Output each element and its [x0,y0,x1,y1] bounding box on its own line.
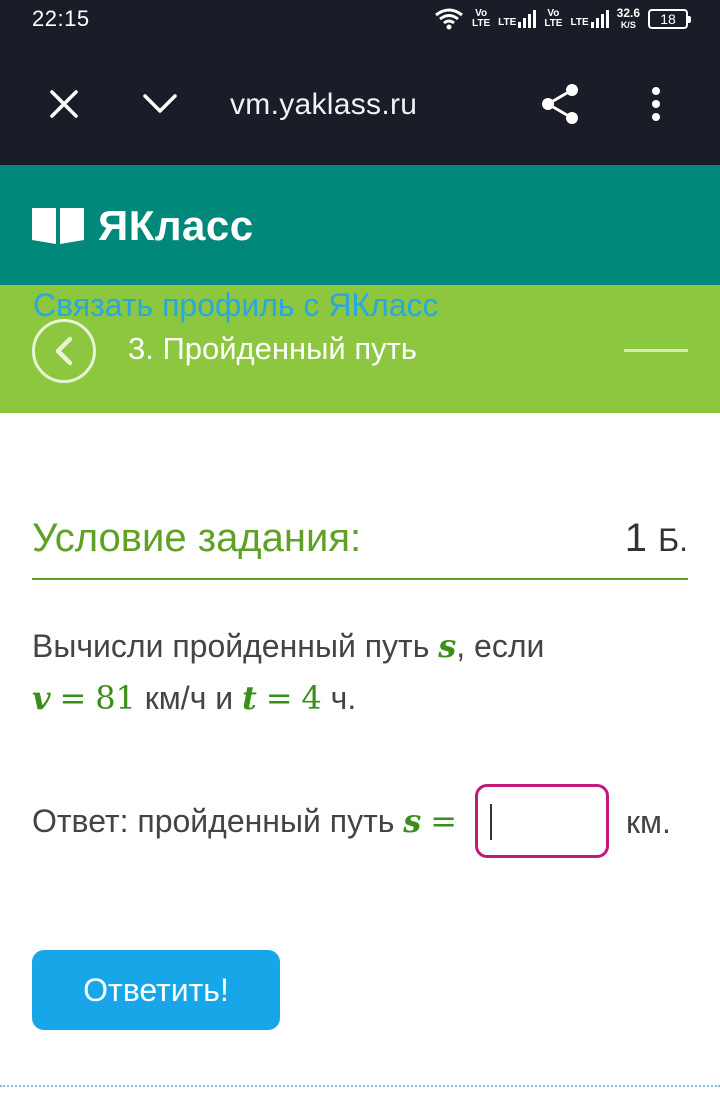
status-time: 22:15 [32,6,90,31]
status-icons: Vo LTE LTE Vo LTE LTE 32.6 K/S 18 [434,4,691,34]
equals-sign: = [265,679,293,717]
signal-bars-icon [590,10,609,28]
progress-dash [624,349,688,352]
signal-1: LTE [498,10,537,28]
more-vertical-icon [652,87,660,121]
text-cursor [490,804,492,840]
answer-label: Ответ: пройденный путь s = [32,802,457,840]
points-badge: 1 Б. [625,516,688,561]
answer-label-text: Ответ: пройденный путь [32,803,395,839]
points-value: 1 [624,516,647,560]
battery-icon: 18 [648,9,691,29]
lte-label-1: LTE [498,17,517,28]
volte-badge-2: Vo LTE [544,8,563,29]
var-s: s [438,627,457,665]
brand-name: ЯКласс [98,202,254,249]
chevron-down-icon [143,94,177,113]
close-icon [50,90,78,118]
speed-value: 81 [95,679,136,717]
points-unit: Б. [658,522,688,558]
site-header: ЯКласс [0,165,720,285]
collapse-button[interactable] [136,80,184,128]
task-text-part: Вычисли пройденный путь [32,628,430,664]
equals-sign: = [59,679,87,717]
site-logo[interactable]: ЯКласс [32,202,254,250]
wifi-icon [435,8,463,30]
answer-input[interactable] [475,784,609,858]
lte-label-2: LTE [570,17,589,28]
share-icon [542,84,578,124]
task-text-part: , если [456,628,545,664]
submit-button[interactable]: Ответить! [32,950,280,1030]
answer-row: Ответ: пройденный путь s = км. [32,784,688,860]
share-button[interactable] [536,80,584,128]
signal-bars-icon [518,10,537,28]
var-v: v [32,679,51,717]
close-button[interactable] [40,80,88,128]
time-value: 4 [301,679,322,717]
var-s: s [403,802,422,840]
book-icon [32,208,84,244]
task-text: Вычисли пройденный путь s, если v = 81 к… [32,620,688,724]
lesson-title: 3. Пройденный путь [128,331,417,366]
more-button[interactable] [632,80,680,128]
time-unit: ч. [330,680,357,716]
dotted-divider [0,1085,720,1087]
battery-level: 18 [660,11,676,27]
equals-sign: = [430,802,457,840]
link-profile-link[interactable]: Связать профиль с ЯКласс [33,287,439,324]
browser-toolbar: vm.yaklass.ru [0,40,720,165]
condition-title: Условие задания: [32,516,362,560]
signal-2: LTE [570,10,609,28]
back-button[interactable] [32,319,96,383]
conjunction: и [215,680,234,716]
status-bar: 22:15 Vo LTE LTE Vo LTE LTE 32.6 K/S 18 [0,0,720,40]
chevron-left-icon [55,336,73,366]
answer-unit: км. [626,804,671,840]
url-text[interactable]: vm.yaklass.ru [230,88,417,122]
condition-header: Условие задания: 1 Б. [32,512,688,580]
volte-badge-1: Vo LTE [472,8,491,29]
speed-unit: км/ч [144,680,207,716]
var-t: t [242,679,257,717]
network-speed: 32.6 K/S [616,6,640,30]
lesson-bar: Связать профиль с ЯКласс 3. Пройденный п… [0,285,720,413]
